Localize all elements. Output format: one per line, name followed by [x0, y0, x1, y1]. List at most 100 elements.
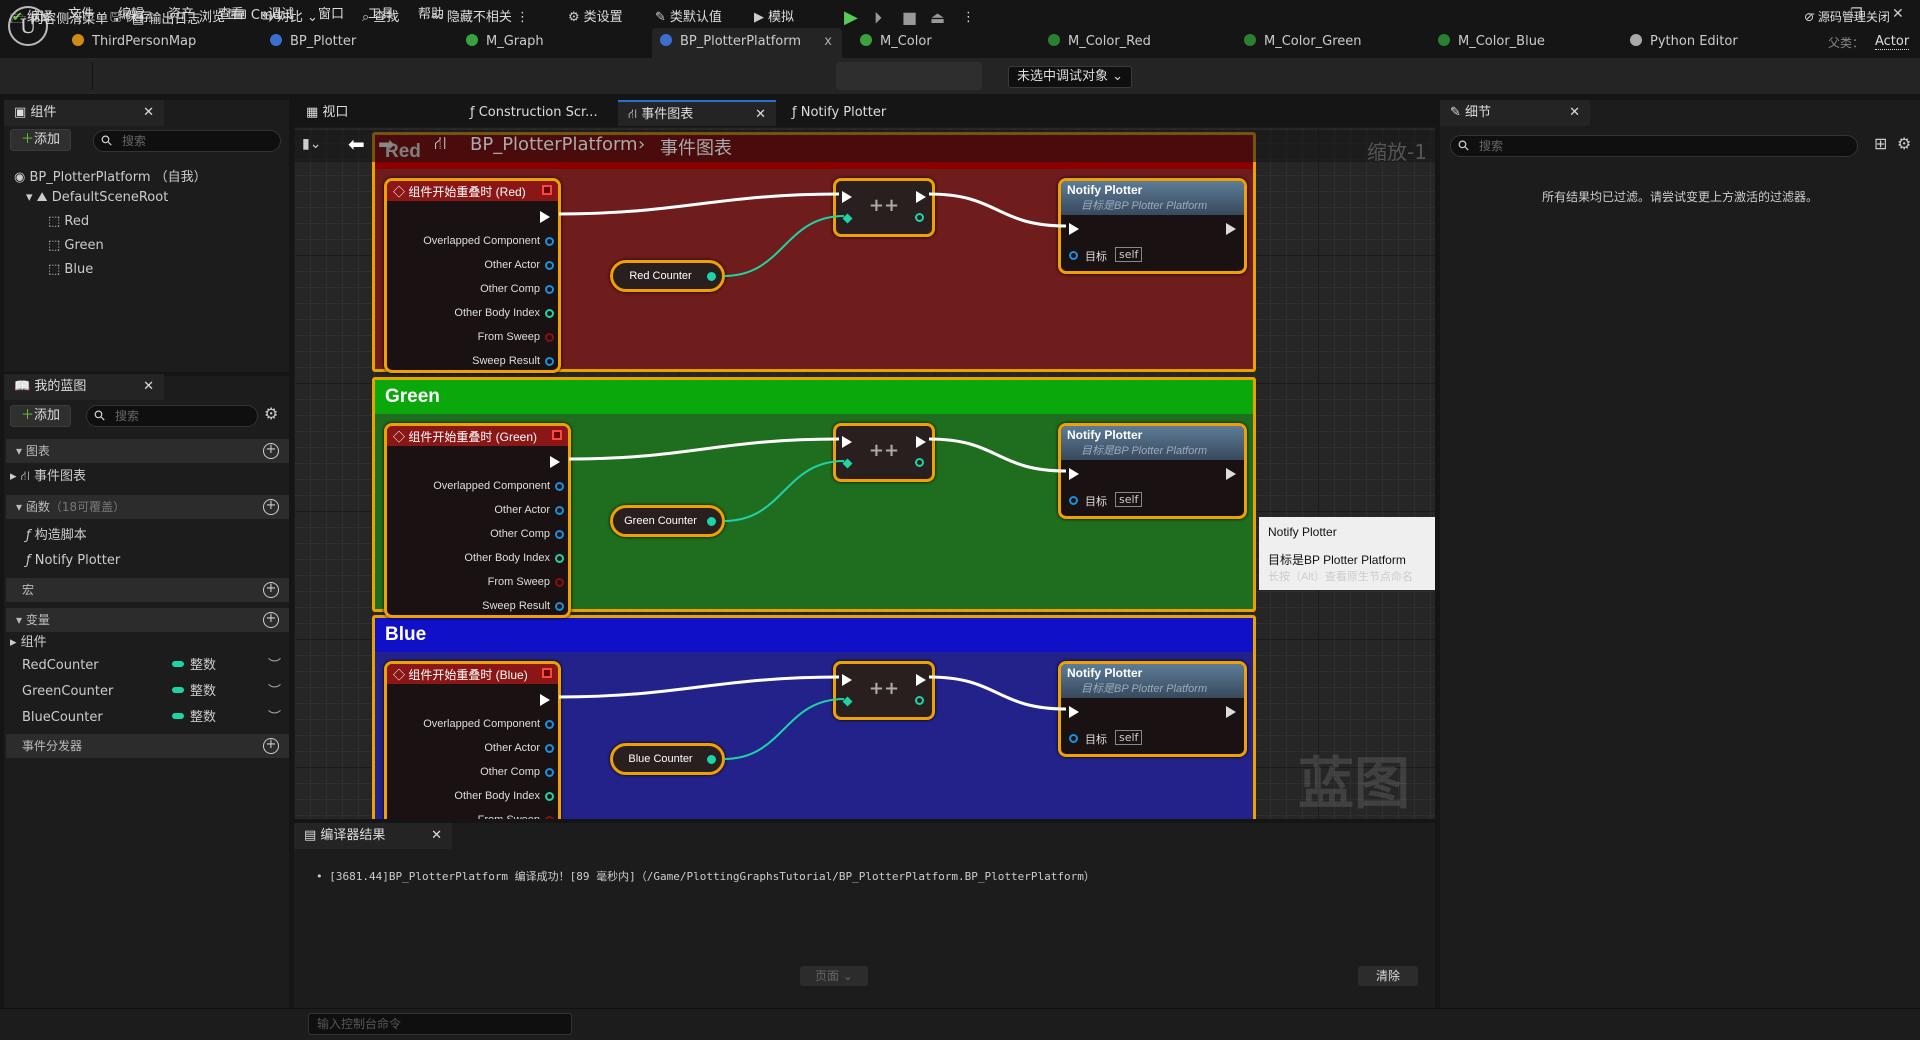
output-pin[interactable] [545, 309, 554, 318]
cmd-dropdown[interactable]: ⌨ Cmd ⌄ [228, 8, 296, 23]
my-blueprint-search-input[interactable]: 搜索 [86, 405, 258, 427]
add-variable-icon[interactable]: + [263, 612, 279, 628]
self-value[interactable]: self [1115, 730, 1143, 745]
section-graphs[interactable]: ▾ 图表 + [6, 439, 289, 463]
tab-construction-script[interactable]: ƒ Construction Scr... [460, 100, 598, 126]
increment-node[interactable]: ++ [833, 423, 935, 482]
variable-item[interactable]: GreenCounter 整数 ︶ [6, 680, 289, 704]
output-pin[interactable] [555, 602, 564, 611]
forward-arrow-icon[interactable]: ➡ [378, 132, 395, 156]
output-pin[interactable] [545, 768, 554, 777]
comment-title[interactable]: Blue [375, 618, 1253, 652]
variable-type[interactable]: 整数 [172, 654, 216, 678]
source-control-button[interactable]: ⊘ 源码管理关闭 [1804, 8, 1890, 25]
details-search-input[interactable]: 搜索 [1450, 135, 1858, 157]
output-pin[interactable] [555, 578, 564, 587]
menu-item[interactable]: 窗口 [318, 3, 344, 22]
exec-out-pin[interactable] [1226, 223, 1236, 235]
item-components-category[interactable]: ▸ 组件 [6, 631, 289, 655]
my-blueprint-tab[interactable]: 📖 我的蓝图 ✕ [4, 374, 164, 400]
output-pin[interactable] [545, 237, 554, 246]
counter-variable-node[interactable]: Blue Counter [610, 743, 725, 775]
event-node[interactable]: ◇ 组件开始重叠时 (Green) Overlapped Component Oth… [384, 423, 571, 618]
back-arrow-icon[interactable]: ⬅ [348, 132, 365, 156]
breadcrumb-root[interactable]: BP_PlotterPlatform [470, 134, 638, 155]
doc-tab[interactable]: M_Color [852, 28, 1032, 58]
output-pin[interactable] [545, 744, 554, 753]
compiler-results-tab[interactable]: ▤ 编译器结果 ✕ [294, 823, 452, 849]
bookmark-icon[interactable]: ▮⌄ [302, 136, 321, 152]
doc-tab[interactable]: Python Editor [1622, 28, 1802, 58]
counter-output-pin[interactable] [707, 755, 716, 764]
stop-icon[interactable]: ■ [902, 8, 917, 28]
close-icon[interactable]: ✕ [431, 823, 442, 849]
exec-in-pin[interactable] [842, 191, 852, 203]
tree-item-root[interactable]: ▾ ⛰ DefaultSceneRoot [26, 190, 168, 205]
item-construction-script[interactable]: ƒ 构造脚本 [6, 524, 289, 548]
exec-out-pin[interactable] [550, 456, 560, 468]
settings-gear-icon[interactable]: ⚙ [1897, 134, 1911, 153]
play-icon[interactable]: ▶ [844, 8, 858, 28]
play-options-icon[interactable]: ⋮ [962, 8, 975, 28]
add-graph-icon[interactable]: + [263, 443, 279, 459]
simulate-button[interactable]: ▶ 模拟 [754, 8, 794, 28]
notify-plotter-node[interactable]: Notify Plotter 目标是BP Plotter Platform 目标 se… [1058, 423, 1247, 519]
exec-out-pin[interactable] [1226, 706, 1236, 718]
increment-input-pin[interactable] [842, 213, 853, 224]
output-pin[interactable] [555, 482, 564, 491]
item-notify-plotter[interactable]: ƒ Notify Plotter [6, 549, 289, 573]
hide-unrelated-button[interactable]: ⚯ 隐藏不相关 ⋮ [432, 8, 529, 28]
exec-out-pin[interactable] [916, 674, 926, 686]
add-dispatcher-icon[interactable]: + [263, 738, 279, 754]
event-graph-canvas[interactable]: ▮⌄ ⬅ ➡ ⛙ BP_PlotterPlatform › 事件图表 缩放-1 … [294, 127, 1435, 819]
output-pin[interactable] [555, 554, 564, 563]
add-component-button[interactable]: ＋添加 [10, 129, 72, 151]
exec-out-pin[interactable] [916, 191, 926, 203]
add-macro-icon[interactable]: + [263, 582, 279, 598]
exec-out-pin[interactable] [1226, 468, 1236, 480]
output-pin[interactable] [545, 333, 554, 342]
increment-input-pin[interactable] [842, 458, 853, 469]
self-value[interactable]: self [1115, 247, 1143, 262]
variable-type[interactable]: 整数 [172, 706, 216, 730]
tree-item-blue[interactable]: ⬚ Blue [48, 262, 93, 277]
doc-tab[interactable]: BP_Plotter [262, 28, 442, 58]
increment-output-pin[interactable] [915, 213, 924, 222]
exec-in-pin[interactable] [1069, 468, 1079, 480]
parent-class-link[interactable]: Actor [1875, 34, 1910, 50]
output-pin[interactable] [545, 720, 554, 729]
visibility-eye-icon[interactable]: ︶ [268, 680, 281, 704]
doc-tab[interactable]: M_Color_Green [1236, 28, 1416, 58]
counter-output-pin[interactable] [707, 272, 716, 281]
close-icon[interactable]: ✕ [143, 374, 154, 400]
class-defaults-button[interactable]: ✎ 类默认值 [655, 8, 722, 28]
output-pin[interactable] [545, 285, 554, 294]
section-functions[interactable]: ▾ 函数（18可覆盖） + [6, 495, 289, 519]
section-dispatchers[interactable]: 事件分发器 + [6, 734, 289, 758]
close-tab-icon[interactable]: x [824, 28, 832, 56]
variable-item[interactable]: BlueCounter 整数 ︶ [6, 706, 289, 730]
output-pin[interactable] [545, 261, 554, 270]
exec-out-pin[interactable] [916, 436, 926, 448]
exec-in-pin[interactable] [1069, 223, 1079, 235]
output-pin[interactable] [545, 792, 554, 801]
exec-out-pin[interactable] [540, 211, 550, 223]
doc-tab[interactable]: M_Color_Red [1040, 28, 1220, 58]
event-node[interactable]: ◇ 组件开始重叠时 (Red) Overlapped Component Other… [384, 178, 561, 373]
target-pin[interactable] [1069, 496, 1078, 505]
components-tab[interactable]: ▣ 组件 ✕ [4, 100, 164, 126]
doc-tab[interactable]: M_Graph [458, 28, 638, 58]
section-variables[interactable]: ▾ 变量 + [6, 608, 289, 632]
increment-output-pin[interactable] [915, 696, 924, 705]
console-input[interactable]: 输入控制台命令 [308, 1013, 572, 1035]
delegate-pin[interactable] [552, 430, 562, 440]
increment-output-pin[interactable] [915, 458, 924, 467]
variable-type[interactable]: 整数 [172, 680, 216, 704]
tree-item-red[interactable]: ⬚ Red [48, 214, 89, 229]
close-icon[interactable]: ✕ [1569, 100, 1580, 126]
counter-variable-node[interactable]: Green Counter [610, 505, 725, 537]
notify-plotter-node[interactable]: Notify Plotter 目标是BP Plotter Platform 目标 se… [1058, 661, 1247, 757]
output-log-button[interactable]: ▤ 输出日志 [132, 8, 200, 27]
components-search-input[interactable]: 搜索 [93, 130, 281, 152]
tab-notify-plotter[interactable]: ƒ Notify Plotter [782, 100, 886, 126]
